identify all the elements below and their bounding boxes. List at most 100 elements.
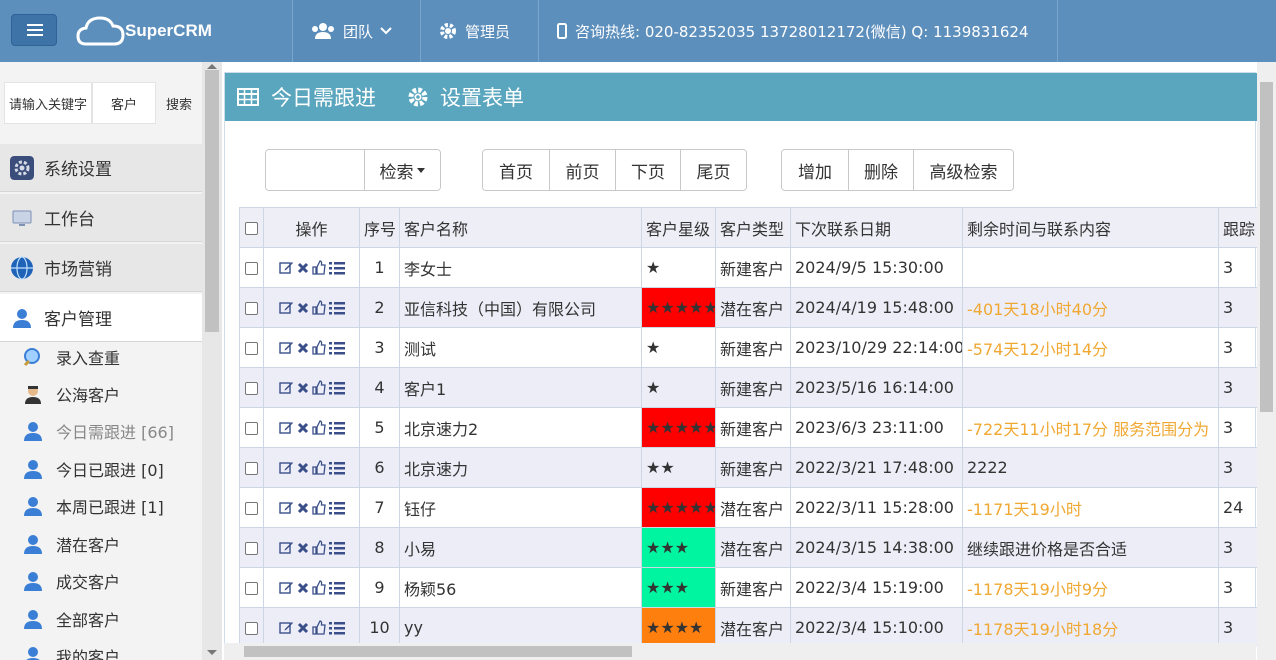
delete-icon[interactable] bbox=[297, 622, 309, 634]
col-header-no[interactable]: 序号 bbox=[359, 207, 400, 248]
thumbs-up-icon[interactable] bbox=[311, 540, 326, 555]
sidebar-item-all[interactable]: 全部客户 bbox=[22, 601, 120, 637]
sidebar-item-mine[interactable]: 我的客户 bbox=[22, 638, 120, 660]
thumbs-up-icon[interactable] bbox=[311, 380, 326, 395]
row-checkbox[interactable] bbox=[239, 567, 264, 608]
next-page-button[interactable]: 下页 bbox=[615, 150, 680, 190]
cell-name[interactable]: 北京速力2 bbox=[399, 407, 642, 448]
delete-button[interactable]: 删除 bbox=[848, 150, 913, 190]
table-row[interactable]: 5 北京速力2 ★★★★★ 新建客户 2023/6/3 23:11:00 -722天11小… bbox=[239, 407, 1257, 448]
row-checkbox[interactable] bbox=[239, 247, 264, 288]
list-icon[interactable] bbox=[328, 501, 345, 515]
cell-name[interactable]: 杨颖56 bbox=[399, 567, 642, 608]
cell-name[interactable]: 测试 bbox=[399, 327, 642, 368]
last-page-button[interactable]: 尾页 bbox=[680, 150, 746, 190]
thumbs-up-icon[interactable] bbox=[311, 620, 326, 635]
settings-form-button[interactable]: 设置表单 bbox=[408, 82, 524, 112]
edit-icon[interactable] bbox=[278, 340, 294, 355]
cell-name[interactable]: 客户1 bbox=[399, 367, 642, 408]
sidebar-section-settings[interactable]: 系统设置 bbox=[0, 144, 202, 192]
list-icon[interactable] bbox=[328, 381, 345, 395]
list-icon[interactable] bbox=[328, 461, 345, 475]
list-icon[interactable] bbox=[328, 541, 345, 555]
first-page-button[interactable]: 首页 bbox=[483, 150, 549, 190]
table-search-input[interactable] bbox=[266, 150, 364, 190]
sidebar-scrollbar[interactable] bbox=[202, 62, 222, 660]
sidebar-scroll-thumb[interactable] bbox=[205, 70, 219, 332]
table-row[interactable]: 8 小易 ★★★ 潜在客户 2024/3/15 14:38:00 继续跟进价格是否合适 3 bbox=[239, 527, 1257, 568]
thumbs-up-icon[interactable] bbox=[311, 340, 326, 355]
col-header-stars[interactable]: 客户星级 bbox=[641, 207, 716, 248]
thumbs-up-icon[interactable] bbox=[311, 260, 326, 275]
delete-icon[interactable] bbox=[297, 342, 309, 354]
row-checkbox[interactable] bbox=[239, 407, 264, 448]
edit-icon[interactable] bbox=[278, 260, 294, 275]
thumbs-up-icon[interactable] bbox=[311, 500, 326, 515]
cell-name[interactable]: 钰仔 bbox=[399, 487, 642, 528]
menu-toggle-button[interactable] bbox=[11, 14, 57, 46]
page-scroll-thumb[interactable] bbox=[1260, 82, 1273, 412]
table-row[interactable]: 3 测试 ★ 新建客户 2023/10/29 22:14:00 -574天12小时14分 3 bbox=[239, 327, 1257, 368]
sidebar-search-button[interactable]: 搜索 bbox=[156, 82, 202, 124]
table-row[interactable]: 4 客户1 ★ 新建客户 2023/5/16 16:14:00 3 bbox=[239, 367, 1257, 408]
row-checkbox[interactable] bbox=[239, 367, 264, 408]
list-icon[interactable] bbox=[328, 341, 345, 355]
edit-icon[interactable] bbox=[278, 540, 294, 555]
sidebar-section-workbench[interactable]: 工作台 bbox=[0, 194, 202, 242]
cell-name[interactable]: 北京速力 bbox=[399, 447, 642, 488]
sidebar-item-closed[interactable]: 成交客户 bbox=[22, 563, 120, 599]
thumbs-up-icon[interactable] bbox=[311, 300, 326, 315]
delete-icon[interactable] bbox=[297, 422, 309, 434]
horizontal-scrollbar[interactable] bbox=[224, 643, 1256, 660]
sidebar-item-potential[interactable]: 潜在客户 bbox=[22, 526, 120, 562]
row-checkbox[interactable] bbox=[239, 327, 264, 368]
scroll-up-arrow-icon[interactable] bbox=[207, 64, 217, 69]
delete-icon[interactable] bbox=[297, 502, 309, 514]
cell-name[interactable]: 亚信科技（中国）有限公司 bbox=[399, 287, 642, 328]
sidebar-item-today-followup[interactable]: 今日需跟进 [66] bbox=[22, 413, 174, 449]
delete-icon[interactable] bbox=[297, 462, 309, 474]
edit-icon[interactable] bbox=[278, 580, 294, 595]
search-type-select[interactable]: 客户 bbox=[92, 82, 156, 124]
thumbs-up-icon[interactable] bbox=[311, 460, 326, 475]
search-dropdown-button[interactable]: 检索 bbox=[364, 150, 440, 190]
select-all-checkbox[interactable] bbox=[239, 207, 264, 248]
add-button[interactable]: 增加 bbox=[782, 150, 848, 190]
cell-name[interactable]: 李女士 bbox=[399, 247, 642, 288]
sidebar-item-week-done[interactable]: 本周已跟进 [1] bbox=[22, 488, 164, 524]
thumbs-up-icon[interactable] bbox=[311, 420, 326, 435]
col-header-type[interactable]: 客户类型 bbox=[715, 207, 791, 248]
col-header-next-date[interactable]: 下次联系日期 bbox=[790, 207, 963, 248]
page-scrollbar[interactable] bbox=[1257, 62, 1276, 660]
row-checkbox[interactable] bbox=[239, 607, 264, 647]
col-header-track[interactable]: 跟踪 bbox=[1218, 207, 1257, 248]
edit-icon[interactable] bbox=[278, 460, 294, 475]
delete-icon[interactable] bbox=[297, 582, 309, 594]
row-checkbox[interactable] bbox=[239, 487, 264, 528]
table-row[interactable]: 9 杨颖56 ★★★ 新建客户 2022/3/4 15:19:00 -1178天19小时9… bbox=[239, 567, 1257, 608]
table-row[interactable]: 1 李女士 ★ 新建客户 2024/9/5 15:30:00 3 bbox=[239, 247, 1257, 288]
row-checkbox[interactable] bbox=[239, 527, 264, 568]
sidebar-item-today-done[interactable]: 今日已跟进 [0] bbox=[22, 451, 164, 487]
list-icon[interactable] bbox=[328, 421, 345, 435]
col-header-remaining[interactable]: 剩余时间与联系内容 bbox=[962, 207, 1219, 248]
prev-page-button[interactable]: 前页 bbox=[549, 150, 615, 190]
list-icon[interactable] bbox=[328, 581, 345, 595]
advanced-search-button[interactable]: 高级检索 bbox=[913, 150, 1013, 190]
edit-icon[interactable] bbox=[278, 300, 294, 315]
sidebar-item-public-pool[interactable]: 公海客户 bbox=[22, 376, 120, 412]
delete-icon[interactable] bbox=[297, 302, 309, 314]
tab-today-followup[interactable]: 今日需跟进 bbox=[237, 82, 376, 112]
edit-icon[interactable] bbox=[278, 380, 294, 395]
thumbs-up-icon[interactable] bbox=[311, 580, 326, 595]
nav-admin[interactable]: 管理员 bbox=[420, 0, 538, 62]
scroll-down-arrow-icon[interactable] bbox=[207, 650, 217, 655]
edit-icon[interactable] bbox=[278, 500, 294, 515]
col-header-name[interactable]: 客户名称 bbox=[399, 207, 642, 248]
delete-icon[interactable] bbox=[297, 382, 309, 394]
sidebar-item-dedupe[interactable]: 录入查重 bbox=[22, 339, 120, 375]
list-icon[interactable] bbox=[328, 261, 345, 275]
row-checkbox[interactable] bbox=[239, 287, 264, 328]
sidebar-section-customers[interactable]: 客户管理 bbox=[0, 294, 202, 342]
edit-icon[interactable] bbox=[278, 420, 294, 435]
